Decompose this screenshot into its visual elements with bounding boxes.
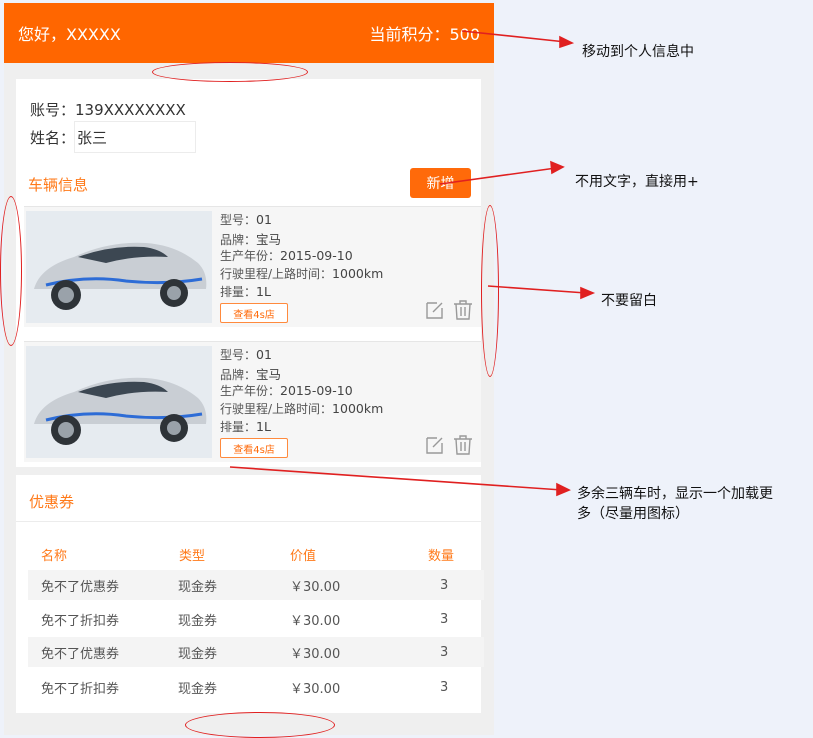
annotation-ellipse: [481, 205, 499, 377]
coupon-count: 3: [440, 577, 449, 593]
coupon-name: 免不了折扣券: [41, 613, 120, 629]
spec-model: 型号：01: [220, 212, 272, 227]
view-4s-shop-button[interactable]: 查看4s店: [220, 438, 288, 458]
points-text: 当前积分：500: [369, 25, 480, 44]
column-header: 数量: [428, 549, 455, 564]
coupon-value: ￥30.00: [290, 646, 341, 662]
coupon-name: 免不了折扣券: [41, 681, 120, 697]
table-row: 免不了折扣券 现金券 ￥30.00 3: [28, 672, 484, 702]
coupon-type: 现金券: [178, 613, 218, 629]
annotation-load-more-1: 多余三辆车时，显示一个加载更: [577, 486, 773, 502]
table-row: 免不了优惠券 现金券 ￥30.00 3: [28, 570, 484, 600]
annotation-load-more-2: 多（尽量用图标）: [577, 506, 689, 522]
car-image: [26, 211, 212, 323]
annotation-ellipse: [185, 712, 335, 738]
divider: [16, 521, 481, 522]
spec-mileage: 行驶里程/上路时间：1000km: [220, 266, 384, 281]
coupon-value: ￥30.00: [290, 613, 341, 629]
mobile-screen: 您好，XXXXX 当前积分：500 账号：139XXXXXXXX 姓名： 张三 …: [4, 3, 494, 735]
spec-year: 生产年份：2015-09-10: [220, 248, 353, 263]
add-vehicle-button[interactable]: 新增: [410, 168, 471, 198]
spec-brand: 品牌：宝马: [220, 367, 282, 382]
spec-displacement: 排量：1L: [220, 419, 271, 434]
coupon-type: 现金券: [178, 681, 218, 697]
spec-mileage: 行驶里程/上路时间：1000km: [220, 401, 384, 416]
trash-icon[interactable]: [452, 299, 474, 321]
view-4s-shop-button[interactable]: 查看4s店: [220, 303, 288, 323]
coupon-section-title: 优惠券: [29, 493, 75, 511]
spec-year: 生产年份：2015-09-10: [220, 383, 353, 398]
coupon-value: ￥30.00: [290, 579, 341, 595]
coupon-count: 3: [440, 611, 449, 627]
trash-icon[interactable]: [452, 434, 474, 456]
spec-displacement: 排量：1L: [220, 284, 271, 299]
coupon-type: 现金券: [178, 579, 218, 595]
column-header: 类型: [179, 549, 206, 564]
edit-icon[interactable]: [424, 434, 446, 456]
name-label: 姓名：: [30, 129, 76, 147]
name-field[interactable]: 张三: [74, 121, 196, 153]
annotation-no-blank: 不要留白: [601, 293, 657, 309]
vehicle-item: 型号：01 品牌：宝马 生产年份：2015-09-10 行驶里程/上路时间：10…: [24, 206, 481, 327]
coupon-value: ￥30.00: [290, 681, 341, 697]
vehicle-item: 型号：01 品牌：宝马 生产年份：2015-09-10 行驶里程/上路时间：10…: [24, 341, 481, 462]
vehicle-section-title: 车辆信息: [28, 176, 89, 194]
coupon-name: 免不了优惠券: [41, 646, 120, 662]
coupon-type: 现金券: [178, 646, 218, 662]
spec-model: 型号：01: [220, 347, 272, 362]
column-header: 价值: [290, 549, 317, 564]
edit-icon[interactable]: [424, 299, 446, 321]
column-header: 名称: [41, 549, 68, 564]
spec-brand: 品牌：宝马: [220, 232, 282, 247]
annotation-use-plus: 不用文字，直接用+: [575, 174, 699, 190]
coupon-name: 免不了优惠券: [41, 579, 120, 595]
table-row: 免不了优惠券 现金券 ￥30.00 3: [28, 637, 484, 667]
coupon-count: 3: [440, 679, 449, 695]
coupon-card: 优惠券 名称 类型 价值 数量 免不了优惠券 现金券 ￥30.00 3 免不了折…: [16, 475, 484, 713]
table-row: 免不了折扣券 现金券 ￥30.00 3: [28, 604, 484, 634]
name-value: 张三: [77, 129, 108, 147]
coupon-count: 3: [440, 644, 449, 660]
greeting-text: 您好，XXXXX: [18, 25, 121, 44]
top-bar: 您好，XXXXX 当前积分：500: [4, 3, 494, 63]
annotation-move-to-profile: 移动到个人信息中: [582, 44, 694, 60]
annotation-ellipse: [0, 196, 22, 346]
annotation-ellipse: [152, 62, 308, 82]
car-image: [26, 346, 212, 458]
account-number: 账号：139XXXXXXXX: [30, 101, 186, 119]
